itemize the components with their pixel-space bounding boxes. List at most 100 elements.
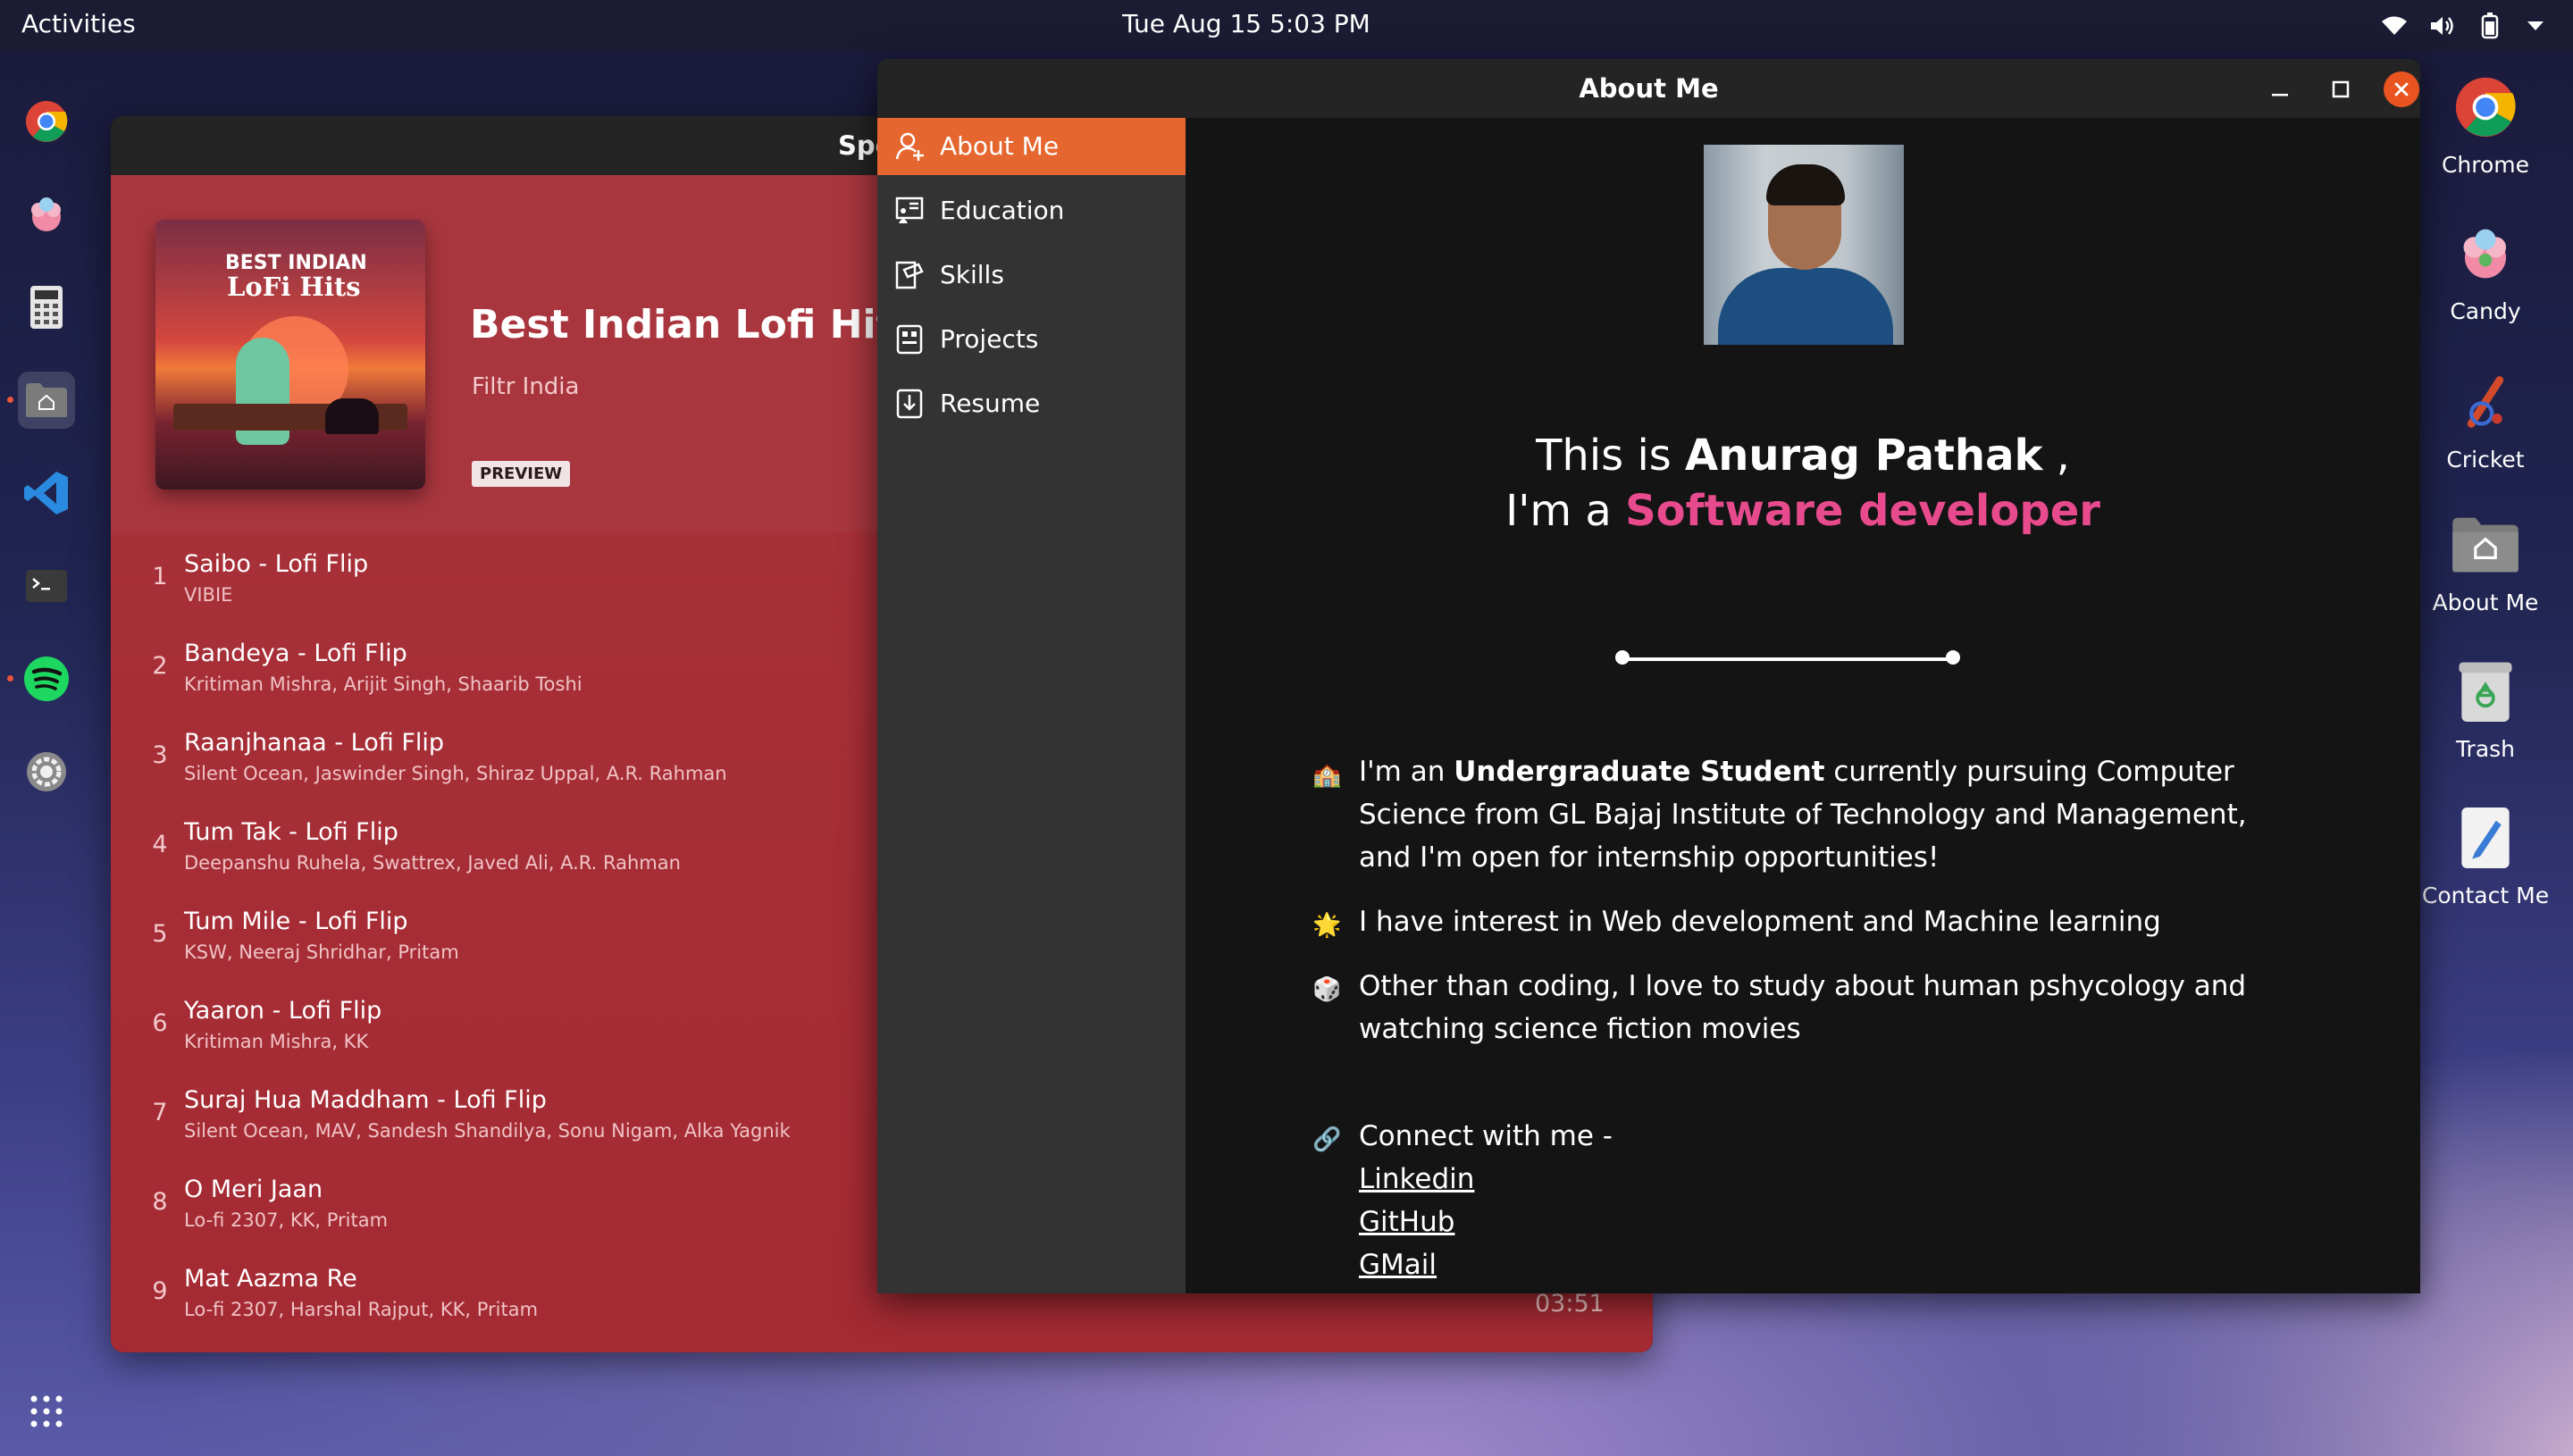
clock[interactable]: Tue Aug 15 5:03 PM xyxy=(0,9,2493,38)
sidebar-item-label: About Me xyxy=(940,131,1060,161)
running-indicator xyxy=(7,675,13,682)
terminal-icon[interactable] xyxy=(18,557,75,615)
close-icon xyxy=(2394,82,2409,96)
linkedin-link[interactable]: Linkedin xyxy=(1359,1158,2297,1201)
spotify-icon[interactable] xyxy=(18,650,75,707)
running-indicator xyxy=(7,397,13,403)
track-title: Suraj Hua Maddham - Lofi Flip xyxy=(184,1086,547,1114)
bullet-text: I'm an Undergraduate Student currently p… xyxy=(1359,750,2297,879)
cover-text: LoFi Hits xyxy=(227,272,361,302)
sidebar-item-label: Resume xyxy=(940,389,1041,418)
track-artists: Kritiman Mishra, KK xyxy=(184,1031,369,1052)
desktop-icon-label: Cricket xyxy=(2446,447,2525,473)
track-title: Tum Tak - Lofi Flip xyxy=(184,818,398,846)
files-icon[interactable] xyxy=(18,372,75,429)
desktop-icon-about-me[interactable]: About Me xyxy=(2414,509,2557,615)
sidebar-item-projects[interactable]: Projects xyxy=(877,311,1186,368)
track-artists: Kritiman Mishra, Arijit Singh, Shaarib T… xyxy=(184,674,582,695)
skills-icon xyxy=(893,259,926,291)
track-title: Saibo - Lofi Flip xyxy=(184,550,369,578)
track-artists: Silent Ocean, Jaswinder Singh, Shiraz Up… xyxy=(184,763,727,784)
cricket-icon xyxy=(2450,366,2521,438)
track-number: 8 xyxy=(152,1188,168,1216)
minimize-button[interactable] xyxy=(2262,71,2298,107)
playlist-cover-image: BEST INDIAN LoFi Hits xyxy=(155,220,425,490)
preview-badge: PREVIEW xyxy=(472,461,571,487)
desktop-icon-label: Chrome xyxy=(2441,152,2530,178)
bullet-text-part: I'm an xyxy=(1359,756,1454,788)
bullet-bold-text: Undergraduate Student xyxy=(1454,756,1825,788)
desktop-icon-trash[interactable]: Trash xyxy=(2414,656,2557,762)
about-titlebar[interactable]: About Me xyxy=(877,59,2420,118)
projects-icon xyxy=(893,323,926,356)
intro-suffix: , xyxy=(2042,431,2070,481)
top-bar: Activities Tue Aug 15 5:03 PM xyxy=(0,0,2573,52)
intro-line-role: I'm a Software developer xyxy=(1186,486,2420,536)
track-title: Tum Mile - Lofi Flip xyxy=(184,908,408,935)
track-title: Raanjhanaa - Lofi Flip xyxy=(184,729,444,757)
desktop-icon-contact-me[interactable]: Contact Me xyxy=(2414,802,2557,908)
desktop-icon-chrome[interactable]: Chrome xyxy=(2414,71,2557,178)
track-number: 1 xyxy=(152,563,168,590)
track-number: 9 xyxy=(152,1277,168,1305)
playlist-owner[interactable]: Filtr India xyxy=(472,373,579,400)
wifi-icon[interactable] xyxy=(2378,13,2410,39)
divider xyxy=(1622,657,1953,661)
about-me-window: About Me About Me Education Skills Proje… xyxy=(877,59,2420,1293)
photo-figure xyxy=(1766,164,1845,205)
bullet-text: I have interest in Web development and M… xyxy=(1359,906,2161,938)
track-title: Mat Aazma Re xyxy=(184,1265,357,1293)
classroom-icon xyxy=(893,195,926,227)
track-title: Yaaron - Lofi Flip xyxy=(184,997,382,1025)
track-number: 4 xyxy=(152,831,168,858)
sidebar: About Me Education Skills Projects Resum… xyxy=(877,118,1186,1293)
divider-dot xyxy=(1946,650,1960,665)
track-artists: Deepanshu Ruhela, Swattrex, Javed Ali, A… xyxy=(184,852,681,874)
download-icon xyxy=(893,388,926,420)
dock xyxy=(0,52,93,1456)
track-title: Bandeya - Lofi Flip xyxy=(184,640,407,667)
track-artists: VIBIE xyxy=(184,584,233,606)
person-add-icon xyxy=(893,130,926,163)
desktop-icon-candy[interactable]: Candy xyxy=(2414,218,2557,324)
trash-icon xyxy=(2450,656,2521,727)
system-menu-chevron-down-icon[interactable] xyxy=(2519,13,2552,39)
folder-home-icon xyxy=(2450,509,2521,581)
chrome-icon[interactable] xyxy=(18,93,75,150)
track-artists: Lo-fi 2307, KK, Pritam xyxy=(184,1209,389,1231)
gmail-link[interactable]: GMail xyxy=(1359,1243,2297,1286)
chrome-icon xyxy=(2450,71,2521,143)
desktop-icon-label: Contact Me xyxy=(2421,883,2550,908)
sidebar-item-resume[interactable]: Resume xyxy=(877,375,1186,432)
desktop-icon-cricket[interactable]: Cricket xyxy=(2414,366,2557,473)
battery-icon[interactable] xyxy=(2477,13,2503,39)
close-button[interactable] xyxy=(2384,71,2419,107)
track-number: 6 xyxy=(152,1009,168,1037)
track-number: 3 xyxy=(152,741,168,769)
candy-icon[interactable] xyxy=(18,186,75,243)
intro-prefix: This is xyxy=(1536,431,1686,481)
github-link[interactable]: GitHub xyxy=(1359,1201,2297,1243)
bullet-text: Other than coding, I love to study about… xyxy=(1359,970,2247,1045)
candy-icon xyxy=(2450,218,2521,289)
bullet-text: Connect with me - xyxy=(1359,1120,1613,1152)
sidebar-item-label: Projects xyxy=(940,324,1039,354)
sidebar-item-education[interactable]: Education xyxy=(877,182,1186,239)
volume-icon[interactable] xyxy=(2426,13,2459,39)
track-artists: Silent Ocean, MAV, Sandesh Shandilya, So… xyxy=(184,1120,791,1142)
show-apps-grid-icon[interactable] xyxy=(18,1383,75,1440)
playlist-title: Best Indian Lofi Hits xyxy=(470,302,918,347)
sidebar-item-skills[interactable]: Skills xyxy=(877,247,1186,304)
vscode-icon[interactable] xyxy=(18,464,75,522)
settings-icon[interactable] xyxy=(18,743,75,800)
track-title: O Meri Jaan xyxy=(184,1176,323,1203)
link-icon: 🔗 xyxy=(1312,1126,1342,1153)
about-content: This is Anurag Pathak , I'm a Software d… xyxy=(1186,118,2420,1293)
maximize-button[interactable] xyxy=(2323,71,2359,107)
school-icon: 🏫 xyxy=(1312,762,1342,789)
track-number: 2 xyxy=(152,652,168,680)
intro-line-name: This is Anurag Pathak , xyxy=(1186,431,2420,481)
track-artists: Lo-fi 2307, Harshal Rajput, KK, Pritam xyxy=(184,1299,539,1320)
calculator-icon[interactable] xyxy=(18,279,75,336)
sidebar-item-about-me[interactable]: About Me xyxy=(877,118,1186,175)
